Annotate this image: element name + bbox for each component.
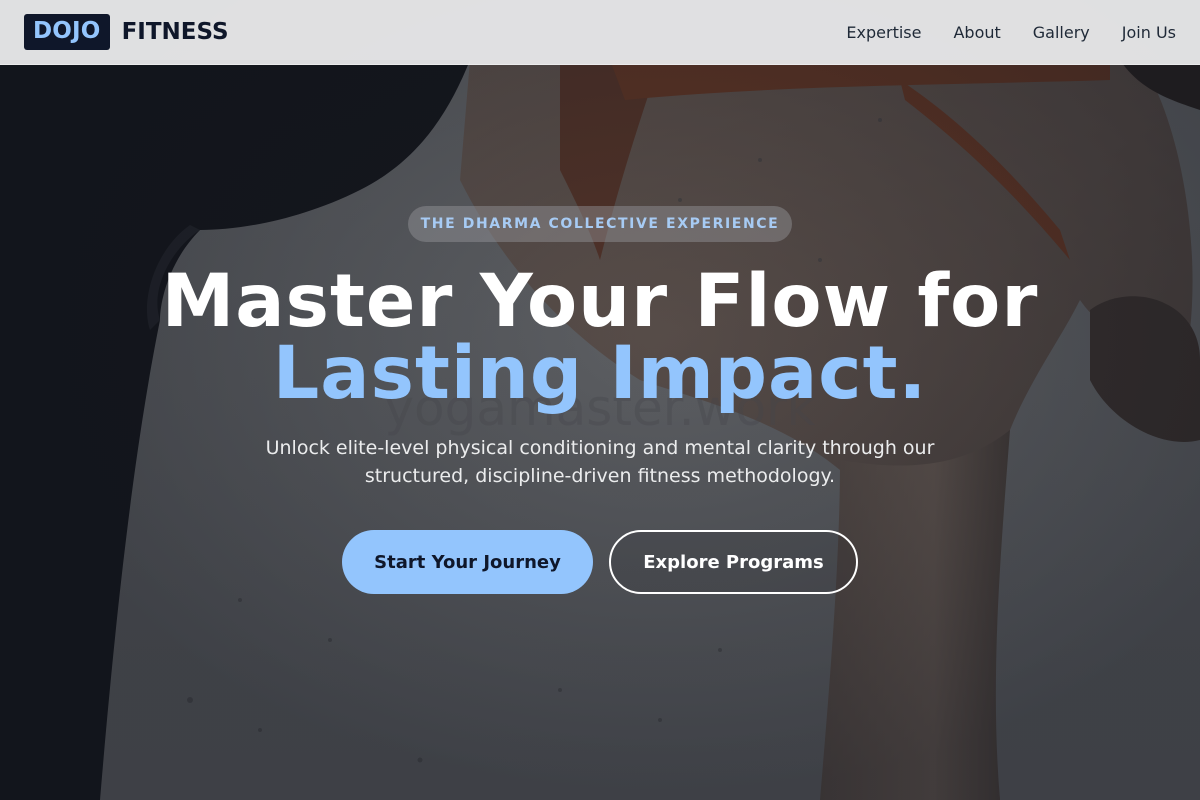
hero-title-line2: Lasting Impact.: [272, 331, 928, 416]
explore-programs-button[interactable]: Explore Programs: [609, 530, 858, 594]
hero-subtitle: Unlock elite-level physical conditioning…: [265, 437, 935, 487]
hero-title-line1: Master Your Flow for: [161, 259, 1039, 344]
hero-content: THE DHARMA COLLECTIVE EXPERIENCE yogamas…: [0, 0, 1200, 800]
hero-eyebrow-badge: THE DHARMA COLLECTIVE EXPERIENCE: [408, 206, 792, 242]
start-your-journey-button[interactable]: Start Your Journey: [342, 530, 593, 594]
